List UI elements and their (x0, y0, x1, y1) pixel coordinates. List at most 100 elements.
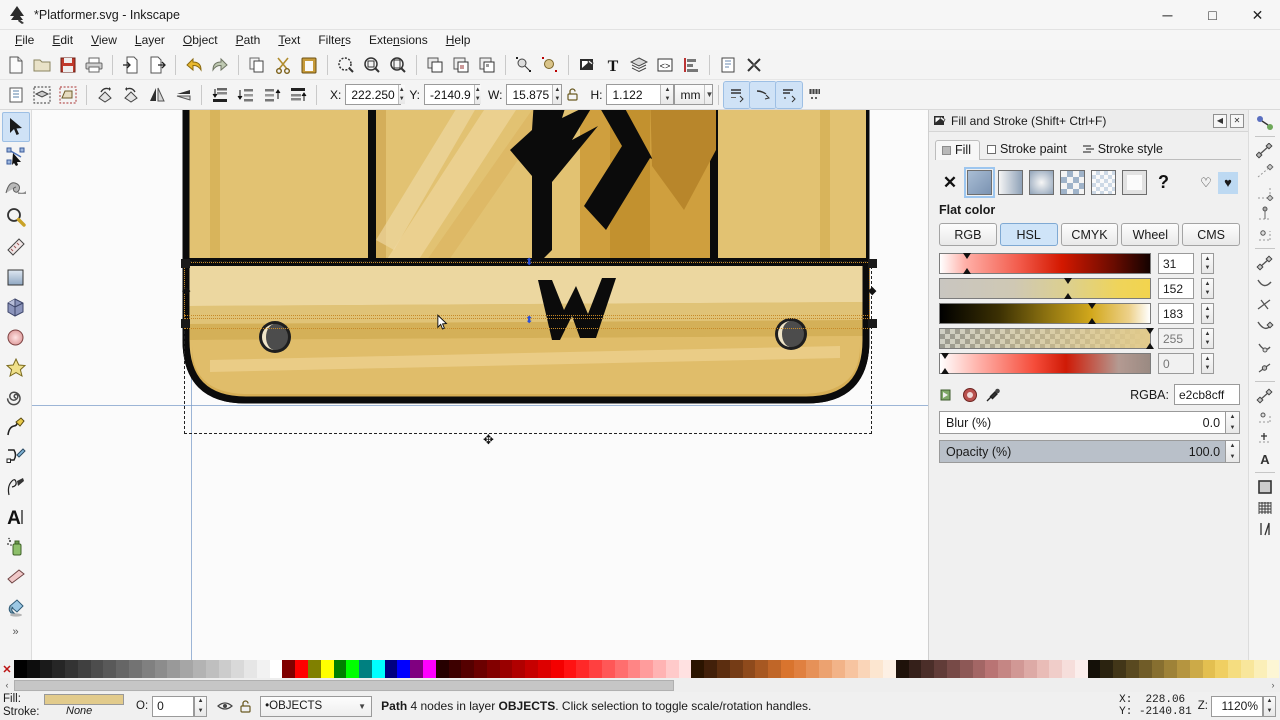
pencil-tool[interactable] (2, 412, 30, 442)
text-a-icon[interactable]: A (2, 502, 30, 532)
xml-editor-icon[interactable]: <> (652, 52, 678, 78)
no-paint-button[interactable]: ✕ (939, 173, 961, 193)
palette-swatch[interactable] (998, 660, 1011, 678)
palette-swatch[interactable] (435, 660, 449, 678)
palette-swatch[interactable] (244, 660, 257, 678)
palette-swatch[interactable] (1074, 660, 1088, 678)
snap-nodes-icon[interactable] (1252, 252, 1278, 273)
flip-vertical-icon[interactable] (170, 82, 196, 108)
palette-swatch[interactable] (384, 660, 398, 678)
palette-swatch[interactable] (653, 660, 666, 678)
stroke-value[interactable]: None (44, 705, 130, 718)
palette-swatch[interactable] (256, 660, 270, 678)
palette-scroll-right[interactable]: › (1266, 680, 1280, 690)
nonzero-fillrule-button[interactable]: ♥ (1218, 171, 1238, 194)
blur-field[interactable]: Blur (%) 0.0 (939, 411, 1227, 434)
palette-swatch[interactable] (793, 660, 807, 678)
snap-bounding-box-icon[interactable] (1252, 140, 1278, 161)
tab-fill[interactable]: Fill (935, 140, 980, 160)
import-icon[interactable] (118, 52, 144, 78)
evenodd-fillrule-button[interactable]: ♡ (1196, 172, 1216, 194)
palette-swatch[interactable] (1253, 660, 1267, 678)
saturation-slider[interactable] (939, 278, 1151, 299)
palette-swatch[interactable] (895, 660, 909, 678)
copy-icon[interactable] (244, 52, 270, 78)
palette-swatch[interactable] (103, 660, 117, 678)
rectangle-tool[interactable] (2, 262, 30, 292)
scale-handle-w[interactable]: ◆ (182, 286, 190, 297)
palette-swatch[interactable] (423, 660, 436, 678)
y-field[interactable]: -2140.9 ▲ ▼ (424, 84, 481, 105)
palette-swatch[interactable] (1087, 660, 1101, 678)
raise-icon[interactable] (259, 82, 285, 108)
snap-rotation-center-icon[interactable] (1252, 406, 1278, 427)
save-document-icon[interactable] (55, 52, 81, 78)
pattern-button[interactable] (1060, 170, 1085, 195)
palette-swatch[interactable] (65, 660, 78, 678)
palette-swatch[interactable] (1202, 660, 1216, 678)
palette-swatch[interactable] (704, 660, 717, 678)
palette-swatch[interactable] (448, 660, 462, 678)
palette-swatch[interactable] (1125, 660, 1139, 678)
palette-swatch[interactable] (461, 660, 475, 678)
palette-swatch[interactable] (832, 660, 845, 678)
mode-cmyk[interactable]: CMYK (1060, 223, 1119, 246)
opacity-spinner[interactable]: ▲ ▼ (1226, 440, 1240, 463)
palette-swatch[interactable] (192, 660, 206, 678)
palette-swatch[interactable] (1049, 660, 1063, 678)
palette-swatch[interactable] (116, 660, 130, 678)
palette-swatch[interactable] (141, 660, 155, 678)
select-all-icon[interactable] (3, 82, 29, 108)
palette-swatch[interactable] (742, 660, 756, 678)
x-field-spinner[interactable]: ▲ ▼ (397, 85, 405, 104)
align-distribute-icon[interactable] (678, 52, 704, 78)
palette-swatch[interactable] (627, 660, 641, 678)
saturation-value[interactable]: 152 (1158, 278, 1194, 299)
x-field[interactable]: 222.250 ▲ ▼ (345, 84, 405, 105)
alpha-slider[interactable] (939, 328, 1154, 349)
palette-swatch[interactable] (1062, 660, 1075, 678)
palette-swatch[interactable] (14, 660, 27, 678)
palette-swatch[interactable] (1215, 660, 1229, 678)
canvas[interactable]: ◆ ◆ ⬍ ⬍ ✥ RRCG 同时学习现实生活中的 2D 游戏资产创建技术 bu… (32, 110, 928, 660)
zoom-selection-icon[interactable] (333, 52, 359, 78)
palette-swatch[interactable] (1023, 660, 1037, 678)
stroke-to-path-icon[interactable] (537, 52, 563, 78)
menu-layer[interactable]: Layer (126, 31, 174, 49)
palette-swatch[interactable] (39, 660, 53, 678)
extra-spinner[interactable]: ▲ ▼ (1201, 353, 1214, 374)
palette-swatch[interactable] (499, 660, 513, 678)
lower-to-bottom-icon[interactable] (207, 82, 233, 108)
h-field[interactable]: 1.122 ▲ ▼ (606, 84, 675, 105)
palette-swatch[interactable] (972, 660, 986, 678)
palette-swatch[interactable] (307, 660, 321, 678)
snap-grid-icon[interactable] (1252, 497, 1278, 518)
clear-color-icon[interactable] (962, 387, 979, 403)
zoom-spinner[interactable]: ▲ ▼ (1263, 695, 1276, 717)
palette-swatch[interactable] (678, 660, 692, 678)
tab-stroke-paint[interactable]: Stroke paint (980, 139, 1076, 159)
question-mark-icon[interactable]: ? (1158, 172, 1169, 193)
mode-hsl[interactable]: HSL (999, 223, 1058, 246)
alpha-value[interactable]: 255 (1158, 328, 1194, 349)
palette-swatch[interactable] (550, 660, 564, 678)
hue-slider[interactable] (939, 253, 1151, 274)
palette-swatch[interactable] (883, 660, 896, 678)
close-button[interactable]: ✕ (1235, 0, 1280, 30)
ungroup-icon[interactable] (474, 52, 500, 78)
palette-swatch[interactable] (1113, 660, 1126, 678)
toolbox-overflow-button[interactable]: » (12, 626, 18, 638)
measure-tool[interactable] (2, 232, 30, 262)
palette-swatch[interactable] (601, 660, 615, 678)
scale-handle-e[interactable]: ◆ (868, 286, 876, 297)
opacity-status-spinner[interactable]: ▲ ▼ (194, 695, 208, 717)
tweak-tool[interactable] (2, 172, 30, 202)
palette-swatch[interactable] (755, 660, 769, 678)
extra-value[interactable]: 0 (1158, 353, 1194, 374)
zoom-tool[interactable] (2, 202, 30, 232)
palette-swatch[interactable] (231, 660, 245, 678)
palette-scrollbar[interactable]: ‹ › (0, 678, 1280, 692)
select-all-layers-icon[interactable] (29, 82, 55, 108)
lightness-value[interactable]: 183 (1158, 303, 1194, 324)
lower-icon[interactable] (233, 82, 259, 108)
